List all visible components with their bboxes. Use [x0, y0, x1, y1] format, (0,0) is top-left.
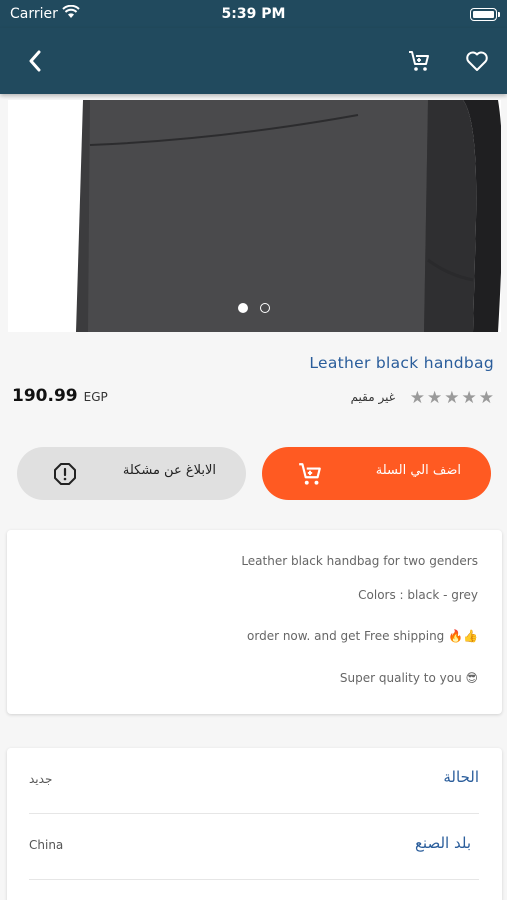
cart-button[interactable]: [404, 46, 434, 76]
back-button[interactable]: [20, 46, 50, 76]
star-icon: ★: [461, 388, 477, 408]
clock: 5:39 PM: [221, 6, 286, 22]
favorite-button[interactable]: [462, 46, 492, 76]
cart-icon: [409, 51, 429, 71]
description-line: order now. and get Free shipping 🔥👍: [247, 629, 478, 643]
specs-card: الحالة جديد بلد الصنع China: [7, 748, 502, 900]
description-line: Colors : black - grey: [358, 588, 478, 602]
spec-row-origin: بلد الصنع China: [29, 814, 479, 880]
rating-stars: ★ ★ ★ ★ ★: [410, 389, 494, 407]
spec-value: جديد: [29, 772, 53, 786]
star-icon: ★: [409, 388, 425, 408]
description-line: Super quality to you 😎: [339, 671, 478, 685]
product-title: Leather black handbag: [309, 354, 494, 372]
alert-circle-icon: [52, 461, 78, 487]
battery-icon: [470, 8, 500, 21]
spec-label: بلد الصنع: [414, 834, 471, 852]
status-bar: Carrier 5:39 PM: [0, 0, 507, 28]
add-to-cart-button[interactable]: اضف الي السلة: [262, 447, 491, 500]
price: 190.99 EGP: [12, 386, 108, 406]
description-card: Leather black handbag for two genders Co…: [7, 530, 502, 714]
description-line: Leather black handbag for two genders: [241, 554, 478, 568]
heart-icon: [466, 51, 488, 71]
chevron-left-icon: [29, 50, 41, 72]
report-problem-label: الابلاغ عن مشكلة: [122, 463, 216, 478]
price-value: 190.99: [12, 386, 78, 406]
price-currency: EGP: [83, 390, 108, 404]
product-image-carousel[interactable]: [8, 100, 501, 332]
top-nav-bar: [0, 28, 507, 94]
spec-value: China: [29, 838, 64, 852]
add-to-cart-label: اضف الي السلة: [375, 463, 461, 478]
spec-label: الحالة: [443, 768, 479, 786]
rating-status: غير مقيم: [350, 390, 395, 404]
product-bag-image: [68, 100, 501, 332]
star-icon: ★: [478, 388, 494, 408]
report-problem-button[interactable]: الابلاغ عن مشكلة: [17, 447, 246, 500]
star-icon: ★: [427, 388, 443, 408]
star-icon: ★: [444, 388, 460, 408]
cart-icon: [297, 461, 323, 487]
carousel-dot[interactable]: [260, 303, 270, 313]
spec-row-condition: الحالة جديد: [29, 748, 479, 814]
carousel-dot-active[interactable]: [238, 303, 248, 313]
